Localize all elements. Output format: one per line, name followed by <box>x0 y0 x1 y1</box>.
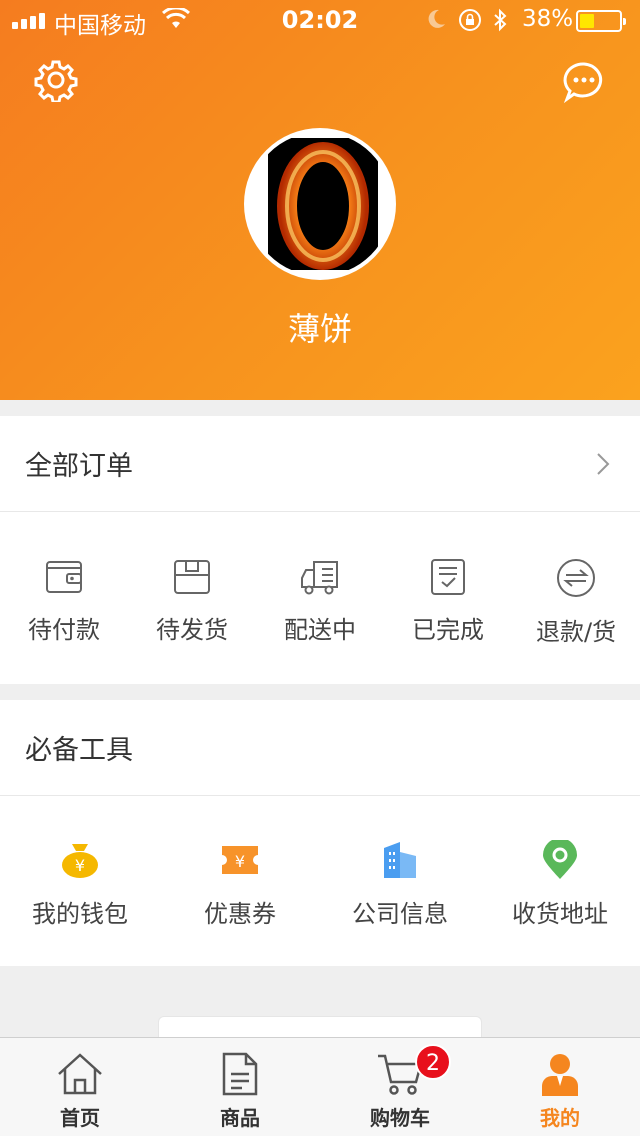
order-pending-shipment[interactable]: 待发货 <box>128 512 256 684</box>
order-status-label: 待发货 <box>156 616 228 644</box>
tools-grid: ¥ 我的钱包 ¥ 优惠券 公司信息 收货地址 <box>0 796 640 966</box>
document-icon <box>222 1052 258 1096</box>
tool-label: 优惠券 <box>204 900 276 928</box>
tool-label: 收货地址 <box>512 900 608 928</box>
profile-header: 中国移动 02:02 38% 薄饼 <box>0 0 640 400</box>
rotation-lock-icon <box>459 9 481 31</box>
chevron-right-icon <box>597 453 610 475</box>
gear-icon <box>34 60 78 104</box>
tab-products[interactable]: 商品 <box>160 1038 320 1136</box>
order-status-grid: 待付款 待发货 配送中 已完成 退款/货 <box>0 512 640 684</box>
settings-button[interactable] <box>34 58 78 104</box>
tab-label: 购物车 <box>370 1106 430 1130</box>
tab-label: 首页 <box>60 1106 100 1130</box>
truck-icon <box>301 561 338 595</box>
tools-title: 必备工具 <box>25 735 133 766</box>
battery-icon <box>576 10 626 32</box>
svg-text:¥: ¥ <box>75 856 85 875</box>
battery-percent: 38% <box>522 6 574 32</box>
building-icon <box>384 842 416 878</box>
moon-icon <box>428 9 445 28</box>
wallet-icon <box>46 561 82 593</box>
box-icon <box>174 560 210 594</box>
tool-shipping-address[interactable]: 收货地址 <box>480 796 640 966</box>
battery-level <box>580 14 594 28</box>
tool-label: 我的钱包 <box>32 900 128 928</box>
exchange-icon <box>557 559 595 597</box>
svg-text:¥: ¥ <box>235 852 245 871</box>
avatar[interactable] <box>244 128 396 280</box>
coupon-icon: ¥ <box>222 846 258 874</box>
orders-section: 全部订单 待付款 待发货 配送中 已完成 退款/货 <box>0 416 640 684</box>
avatar-image <box>268 138 378 270</box>
tab-label: 商品 <box>220 1106 260 1130</box>
status-bar: 中国移动 02:02 38% <box>0 0 640 40</box>
cart-badge: 2 <box>415 1044 451 1080</box>
tab-home[interactable]: 首页 <box>0 1038 160 1136</box>
order-completed[interactable]: 已完成 <box>384 512 512 684</box>
bluetooth-icon <box>494 8 507 32</box>
order-in-delivery[interactable]: 配送中 <box>256 512 384 684</box>
tab-cart[interactable]: 2 购物车 <box>320 1038 480 1136</box>
order-status-label: 配送中 <box>284 616 356 644</box>
chat-bubble-icon <box>563 62 603 104</box>
tools-header: 必备工具 <box>0 700 640 796</box>
order-refund[interactable]: 退款/货 <box>512 512 640 684</box>
order-pending-payment[interactable]: 待付款 <box>0 512 128 684</box>
money-bag-icon: ¥ <box>62 844 98 878</box>
check-doc-icon <box>431 559 465 595</box>
username: 薄饼 <box>287 310 352 348</box>
tool-coupon[interactable]: ¥ 优惠券 <box>160 796 320 966</box>
all-orders-label: 全部订单 <box>25 451 133 482</box>
all-orders-row[interactable]: 全部订单 <box>0 416 640 512</box>
tab-bar: 首页 商品 2 购物车 我的 <box>0 1037 640 1136</box>
tab-mine[interactable]: 我的 <box>480 1038 640 1136</box>
tab-label: 我的 <box>540 1106 580 1130</box>
user-icon <box>542 1054 578 1096</box>
message-button[interactable] <box>562 60 606 104</box>
tool-label: 公司信息 <box>352 900 448 928</box>
location-pin-icon <box>543 840 577 879</box>
home-icon <box>58 1053 102 1095</box>
order-status-label: 已完成 <box>412 616 484 644</box>
tool-company-info[interactable]: 公司信息 <box>320 796 480 966</box>
order-status-label: 待付款 <box>28 616 100 644</box>
tools-section: 必备工具 ¥ 我的钱包 ¥ 优惠券 公司信息 收货地址 <box>0 700 640 966</box>
tool-wallet[interactable]: ¥ 我的钱包 <box>0 796 160 966</box>
order-status-label: 退款/货 <box>535 618 617 646</box>
